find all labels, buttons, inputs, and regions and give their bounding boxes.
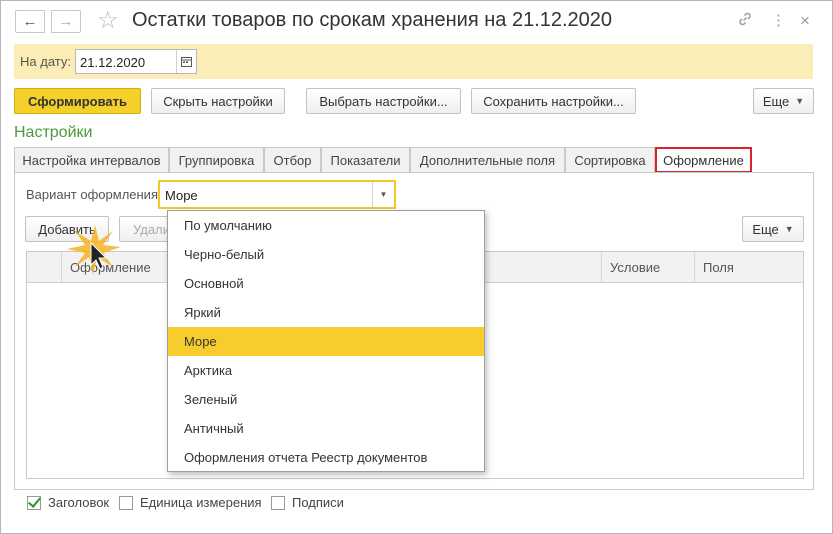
tab-appearance[interactable]: Оформление xyxy=(655,147,752,173)
dropdown-option[interactable]: Основной xyxy=(168,269,484,298)
choose-settings-button[interactable]: Выбрать настройки... xyxy=(306,88,461,114)
date-label: На дату: xyxy=(20,54,71,69)
variant-dropdown-list[interactable]: По умолчанию Черно-белый Основной Яркий … xyxy=(167,210,485,472)
dropdown-option[interactable]: Оформления отчета Реестр документов xyxy=(168,443,484,472)
checkbox-icon[interactable] xyxy=(271,495,285,510)
tab-intervals[interactable]: Настройка интервалов xyxy=(14,147,169,173)
checkbox-checked-icon[interactable] xyxy=(27,495,41,510)
dropdown-option-selected[interactable]: Море xyxy=(168,327,484,356)
save-settings-button[interactable]: Сохранить настройки... xyxy=(471,88,636,114)
chevron-down-icon: ▼ xyxy=(795,96,805,106)
checkbox-title[interactable]: Заголовок xyxy=(27,495,109,510)
dropdown-option[interactable]: Античный xyxy=(168,414,484,443)
checkbox-signatures[interactable]: Подписи xyxy=(271,495,344,510)
report-window: ← → ☆ Остатки товаров по срокам хранения… xyxy=(0,0,833,534)
checkbox-unit-label: Единица измерения xyxy=(140,495,262,510)
tab-filter[interactable]: Отбор xyxy=(264,147,321,173)
checkbox-unit[interactable]: Единица измерения xyxy=(119,495,262,510)
hide-settings-button[interactable]: Скрыть настройки xyxy=(151,88,285,114)
tab-indicators[interactable]: Показатели xyxy=(321,147,410,173)
tab-additional-fields[interactable]: Дополнительные поля xyxy=(410,147,565,173)
appearance-more-label: Еще xyxy=(752,221,779,237)
column-header-fields[interactable]: Поля xyxy=(694,252,803,282)
tab-grouping[interactable]: Группировка xyxy=(169,147,264,173)
back-button[interactable]: ← xyxy=(15,10,45,33)
date-input[interactable]: 21.12.2020 xyxy=(75,49,197,74)
mouse-cursor-icon xyxy=(67,225,121,275)
generate-button[interactable]: Сформировать xyxy=(14,88,141,114)
forward-button[interactable]: → xyxy=(51,10,81,33)
chevron-down-icon[interactable]: ▼ xyxy=(372,182,394,207)
title-bar: ← → ☆ Остатки товаров по срокам хранения… xyxy=(1,1,832,43)
checkbox-title-label: Заголовок xyxy=(48,495,110,510)
dropdown-option[interactable]: По умолчанию xyxy=(168,211,484,240)
dropdown-option[interactable]: Зеленый xyxy=(168,385,484,414)
date-value: 21.12.2020 xyxy=(80,55,146,70)
tab-sorting[interactable]: Сортировка xyxy=(565,147,655,173)
close-icon[interactable]: × xyxy=(800,11,810,31)
column-header-condition[interactable]: Условие xyxy=(601,252,694,282)
forward-arrow-icon: → xyxy=(58,13,74,30)
dropdown-option[interactable]: Арктика xyxy=(168,356,484,385)
dropdown-option[interactable]: Яркий xyxy=(168,298,484,327)
variant-value: Море xyxy=(165,188,198,203)
dropdown-option[interactable]: Черно-белый xyxy=(168,240,484,269)
more-button-label: Еще xyxy=(762,93,790,109)
settings-heading: Настройки xyxy=(14,124,93,141)
checkbox-signatures-label: Подписи xyxy=(292,495,344,510)
star-icon[interactable]: ☆ xyxy=(97,7,119,35)
window-title: Остатки товаров по срокам хранения на 21… xyxy=(132,9,613,31)
link-icon[interactable] xyxy=(737,11,753,33)
more-button[interactable]: Еще ▼ xyxy=(753,88,814,114)
more-icon[interactable]: ⋮ xyxy=(771,11,786,31)
variant-combo[interactable]: Море ▼ xyxy=(158,180,396,209)
chevron-down-icon: ▼ xyxy=(784,224,794,234)
calendar-icon[interactable] xyxy=(176,50,196,73)
date-panel: На дату: 21.12.2020 xyxy=(14,44,813,79)
appearance-more-button[interactable]: Еще ▼ xyxy=(742,216,804,242)
back-arrow-icon: ← xyxy=(22,13,38,30)
checkbox-icon[interactable] xyxy=(119,495,133,510)
settings-tabs: Настройка интервалов Группировка Отбор П… xyxy=(14,147,814,173)
variant-label: Вариант оформления: xyxy=(26,187,162,202)
